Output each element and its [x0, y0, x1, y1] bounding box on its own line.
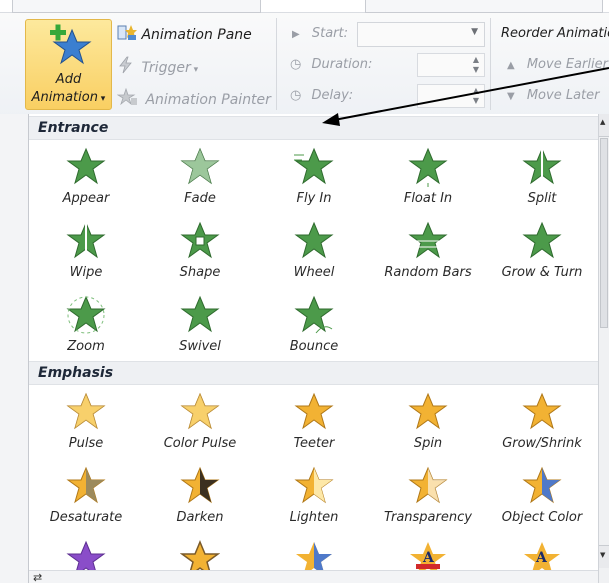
- entrance-effect-wheel[interactable]: Wheel: [257, 219, 371, 289]
- effect-label: Wheel: [293, 265, 335, 280]
- chevron-down-icon: ▼: [471, 27, 478, 37]
- animation-painter-icon: [116, 87, 141, 110]
- triangle-down-icon: ▼: [600, 551, 606, 559]
- emphasis-effect-desaturate[interactable]: Desaturate: [29, 464, 143, 534]
- animation-painter-label: Animation Painter: [145, 92, 271, 108]
- effect-label: Float In: [403, 191, 453, 206]
- ribbon-separator: [276, 18, 277, 110]
- clock-icon: ◷: [290, 88, 302, 103]
- trigger-button[interactable]: Trigger ▾: [117, 56, 198, 78]
- svg-text:A: A: [422, 550, 435, 566]
- scroll-down-button[interactable]: ▼: [599, 545, 609, 568]
- add-animation-label-1: Add: [55, 72, 82, 87]
- effect-label: Teeter: [293, 436, 335, 451]
- entrance-effect-zoom[interactable]: Zoom: [29, 293, 143, 363]
- emphasis-effect-color-pulse[interactable]: Color Pulse: [143, 390, 257, 460]
- clock-icon: ◷: [290, 57, 302, 72]
- effect-label: Darken: [176, 510, 224, 525]
- add-animation-button[interactable]: Add Animation ▾: [25, 19, 112, 110]
- emphasis-effect-icon[interactable]: [66, 540, 106, 570]
- trigger-label: Trigger: [141, 60, 191, 76]
- emphasis-effect-icon[interactable]: [294, 540, 334, 570]
- lightning-icon: [117, 56, 137, 78]
- effect-label: Swivel: [179, 339, 221, 354]
- play-icon: ▶: [292, 29, 300, 40]
- effect-label: Bounce: [289, 339, 339, 354]
- entrance-effect-appear[interactable]: Appear: [29, 145, 143, 215]
- emphasis-effect-icon[interactable]: A: [522, 540, 562, 570]
- emphasis-effect-icon[interactable]: A: [408, 540, 448, 570]
- entrance-effect-grow-turn[interactable]: Grow & Turn: [485, 219, 599, 289]
- ribbon-tab-edge: [365, 0, 603, 13]
- ribbon-tab-edge: [12, 0, 261, 13]
- emphasis-section-header: Emphasis: [29, 361, 598, 385]
- entrance-effect-fly-in[interactable]: Fly In: [257, 145, 371, 215]
- effect-label: Appear: [62, 191, 110, 206]
- dropdown-arrow-icon: ▾: [97, 94, 106, 104]
- start-dropdown[interactable]: ▼: [357, 22, 485, 47]
- effect-label: Random Bars: [384, 265, 472, 280]
- entrance-effect-random-bars[interactable]: Random Bars: [371, 219, 485, 289]
- effect-label: Lighten: [289, 510, 339, 525]
- emphasis-effect-teeter[interactable]: Teeter: [257, 390, 371, 460]
- emphasis-effect-spin[interactable]: Spin: [371, 390, 485, 460]
- more-effects-icon: ⇄: [33, 571, 43, 584]
- effect-label: Split: [527, 191, 557, 206]
- scroll-thumb[interactable]: [600, 138, 608, 328]
- animation-pane-button[interactable]: Animation Pane: [117, 24, 252, 43]
- emphasis-effect-grow-shrink[interactable]: Grow/Shrink: [485, 390, 599, 460]
- gallery-scrollbar[interactable]: ▲ ▼: [598, 114, 609, 583]
- effect-label: Fade: [184, 191, 216, 206]
- effect-label: Zoom: [67, 339, 105, 354]
- emphasis-effect-lighten[interactable]: Lighten: [257, 464, 371, 534]
- emphasis-effect-pulse[interactable]: Pulse: [29, 390, 143, 460]
- add-animation-icon: [50, 24, 92, 65]
- start-label: Start:: [311, 26, 348, 41]
- emphasis-effect-darken[interactable]: Darken: [143, 464, 257, 534]
- effect-label: Wipe: [69, 265, 103, 280]
- entrance-effect-float-in[interactable]: Float In: [371, 145, 485, 215]
- animation-painter-button[interactable]: Animation Painter: [116, 87, 271, 110]
- callout-arrow: [322, 67, 609, 126]
- reorder-animation-label: Reorder Animatio: [501, 26, 609, 41]
- effect-label: Grow/Shrink: [502, 436, 582, 451]
- add-animation-label-2: Animation ▾: [31, 90, 106, 105]
- effect-label: Object Color: [501, 510, 583, 525]
- entrance-effect-fade[interactable]: Fade: [143, 145, 257, 215]
- emphasis-row-partial: A A: [29, 536, 598, 570]
- entrance-effect-split[interactable]: Split: [485, 145, 599, 215]
- slide-pane-edge: [0, 114, 28, 583]
- effect-label: Pulse: [68, 436, 104, 451]
- entrance-section-title: Entrance: [38, 120, 109, 136]
- effect-label: Transparency: [384, 510, 472, 525]
- animation-pane-label: Animation Pane: [141, 27, 252, 43]
- emphasis-effect-object-color[interactable]: Object Color: [485, 464, 599, 534]
- gallery-footer: ⇄: [29, 570, 598, 584]
- start-field: ▶ Start:: [292, 26, 348, 41]
- emphasis-effect-icon[interactable]: [180, 540, 220, 570]
- effect-label: Grow & Turn: [501, 265, 583, 280]
- entrance-effect-wipe[interactable]: Wipe: [29, 219, 143, 289]
- entrance-effect-swivel[interactable]: Swivel: [143, 293, 257, 363]
- entrance-effect-bounce[interactable]: Bounce: [257, 293, 371, 363]
- animation-pane-icon: [117, 24, 137, 40]
- effect-label: Shape: [179, 265, 221, 280]
- emphasis-effect-transparency[interactable]: Transparency: [371, 464, 485, 534]
- effect-label: Desaturate: [49, 510, 123, 525]
- svg-text:A: A: [535, 550, 548, 566]
- effect-label: Spin: [413, 436, 443, 451]
- effect-label: Color Pulse: [163, 436, 237, 451]
- dropdown-arrow-icon: ▾: [190, 65, 199, 75]
- entrance-effect-shape[interactable]: Shape: [143, 219, 257, 289]
- effect-label: Fly In: [296, 191, 332, 206]
- emphasis-section-title: Emphasis: [38, 365, 114, 381]
